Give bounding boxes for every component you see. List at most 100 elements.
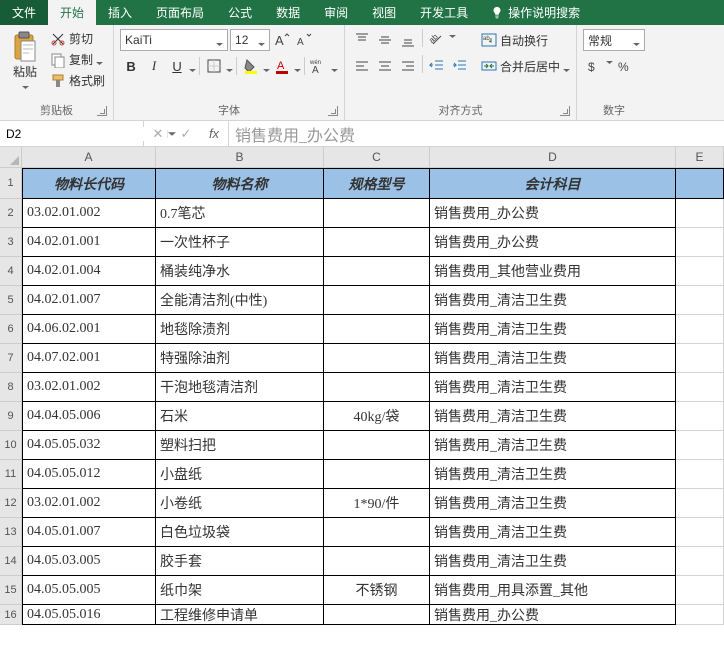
cell[interactable] [676, 402, 724, 431]
row-header-8[interactable]: 8 [0, 373, 22, 402]
cell[interactable]: 销售费用_清洁卫生费 [430, 373, 676, 402]
cell[interactable]: 干泡地毯清洁剂 [156, 373, 324, 402]
increase-font-button[interactable]: A [272, 29, 292, 51]
cell[interactable] [676, 605, 724, 625]
decrease-font-button[interactable]: A [294, 29, 314, 51]
column-header-B[interactable]: B [156, 147, 324, 168]
cell[interactable]: 销售费用_办公费 [430, 228, 676, 257]
tell-me-search[interactable]: 操作说明搜索 [480, 0, 590, 25]
row-header-16[interactable]: 16 [0, 605, 22, 625]
font-dialog-launcher[interactable] [328, 106, 338, 116]
tab-page-layout[interactable]: 页面布局 [144, 0, 216, 25]
cell[interactable]: 全能清洁剂(中性) [156, 286, 324, 315]
cell[interactable]: 塑料扫把 [156, 431, 324, 460]
cell[interactable]: 04.02.01.007 [22, 286, 156, 315]
cell[interactable] [324, 460, 430, 489]
cell[interactable]: 工程维修申请单 [156, 605, 324, 625]
cell[interactable] [676, 489, 724, 518]
phonetic-dropdown[interactable] [331, 63, 338, 70]
cell[interactable]: 04.05.03.005 [22, 547, 156, 576]
cell[interactable]: 04.05.05.005 [22, 576, 156, 605]
decrease-indent-button[interactable] [426, 55, 448, 77]
cell[interactable]: 胶手套 [156, 547, 324, 576]
tab-view[interactable]: 视图 [360, 0, 408, 25]
row-header-4[interactable]: 4 [0, 257, 22, 286]
column-header-D[interactable]: D [430, 147, 676, 168]
cell[interactable]: 03.02.01.002 [22, 199, 156, 228]
font-size-combo[interactable]: 12 [230, 29, 270, 51]
cell[interactable]: 销售费用_办公费 [430, 199, 676, 228]
font-name-combo[interactable]: KaiTi [120, 29, 228, 51]
cell[interactable]: 特强除油剂 [156, 344, 324, 373]
row-header-14[interactable]: 14 [0, 547, 22, 576]
bold-button[interactable]: B [120, 55, 142, 77]
cell[interactable] [324, 199, 430, 228]
row-header-9[interactable]: 9 [0, 402, 22, 431]
header-cell[interactable]: 规格型号 [324, 168, 430, 199]
cell[interactable] [324, 344, 430, 373]
cell[interactable] [324, 431, 430, 460]
merge-dropdown[interactable] [563, 63, 570, 70]
row-header-12[interactable]: 12 [0, 489, 22, 518]
row-header-5[interactable]: 5 [0, 286, 22, 315]
align-left-button[interactable] [351, 55, 373, 77]
header-cell[interactable]: 会计科目 [430, 168, 676, 199]
cell[interactable]: 1*90/件 [324, 489, 430, 518]
font-color-button[interactable]: A [271, 55, 293, 77]
number-format-combo[interactable]: 常规 [583, 29, 645, 51]
cut-button[interactable]: 剪切 [48, 29, 107, 48]
row-header-6[interactable]: 6 [0, 315, 22, 344]
align-middle-button[interactable] [374, 29, 396, 51]
cell[interactable]: 销售费用_清洁卫生费 [430, 402, 676, 431]
row-header-1[interactable]: 1 [0, 168, 22, 199]
cell[interactable] [324, 228, 430, 257]
borders-dropdown[interactable] [226, 63, 233, 70]
cell[interactable]: 小卷纸 [156, 489, 324, 518]
cell[interactable]: 石米 [156, 402, 324, 431]
cell[interactable]: 销售费用_办公费 [430, 605, 676, 625]
paste-button[interactable]: 粘贴 [6, 29, 44, 100]
name-box-input[interactable] [0, 127, 167, 141]
wrap-text-button[interactable]: ab 自动换行 [481, 29, 570, 51]
insert-function-button[interactable]: fx [200, 126, 228, 141]
cell[interactable] [676, 315, 724, 344]
cell[interactable] [676, 518, 724, 547]
align-bottom-button[interactable] [397, 29, 419, 51]
cell[interactable] [676, 431, 724, 460]
cell[interactable]: 03.02.01.002 [22, 489, 156, 518]
enter-formula-button[interactable]: ✓ [172, 126, 200, 142]
cell[interactable] [676, 576, 724, 605]
increase-indent-button[interactable] [449, 55, 471, 77]
cell[interactable] [324, 605, 430, 625]
column-header-E[interactable]: E [676, 147, 724, 168]
tab-developer[interactable]: 开发工具 [408, 0, 480, 25]
tab-file[interactable]: 文件 [0, 0, 48, 25]
cell[interactable]: 0.7笔芯 [156, 199, 324, 228]
cell[interactable]: 40kg/袋 [324, 402, 430, 431]
cell[interactable]: 小盘纸 [156, 460, 324, 489]
cell[interactable]: 04.02.01.001 [22, 228, 156, 257]
row-header-11[interactable]: 11 [0, 460, 22, 489]
cell[interactable]: 销售费用_清洁卫生费 [430, 431, 676, 460]
fill-color-button[interactable] [240, 55, 262, 77]
cell[interactable]: 纸巾架 [156, 576, 324, 605]
borders-button[interactable] [203, 55, 225, 77]
align-right-button[interactable] [397, 55, 419, 77]
cell[interactable]: 04.04.05.006 [22, 402, 156, 431]
cell[interactable] [324, 518, 430, 547]
cell[interactable]: 销售费用_清洁卫生费 [430, 518, 676, 547]
clipboard-dialog-launcher[interactable] [97, 106, 107, 116]
column-header-C[interactable]: C [324, 147, 430, 168]
cell[interactable]: 销售费用_清洁卫生费 [430, 315, 676, 344]
row-header-2[interactable]: 2 [0, 199, 22, 228]
percent-button[interactable]: % [614, 55, 636, 77]
merge-center-button[interactable]: 合并后居中 [481, 55, 570, 77]
formula-input[interactable] [229, 121, 724, 146]
row-header-7[interactable]: 7 [0, 344, 22, 373]
cell[interactable]: 04.05.05.012 [22, 460, 156, 489]
cell[interactable]: 04.05.01.007 [22, 518, 156, 547]
cancel-formula-button[interactable]: ✕ [144, 126, 172, 142]
cell[interactable]: 04.02.01.004 [22, 257, 156, 286]
accounting-format-button[interactable]: $ [583, 55, 605, 77]
orientation-button[interactable]: ab [426, 29, 448, 51]
